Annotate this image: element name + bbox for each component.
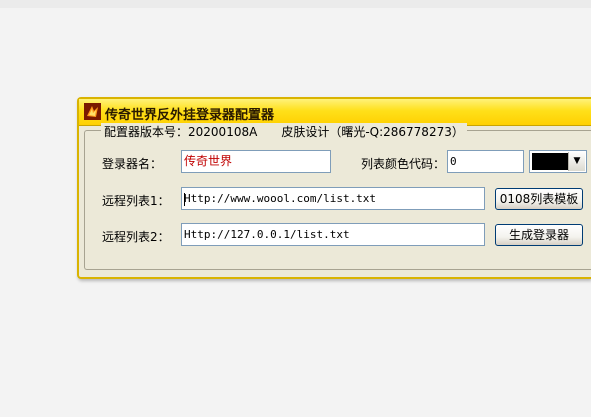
- version-label: 配置器版本号：: [104, 125, 189, 139]
- color-swatch: [532, 153, 569, 170]
- chevron-down-icon[interactable]: ▼: [568, 152, 585, 171]
- settings-group: 配置器版本号：20200108A 皮肤设计（曙光-Q:286778273） 登录器…: [84, 123, 591, 270]
- config-window: 传奇世界反外挂登录器配置器 配置器版本号：20200108A 皮肤设计（曙光-Q:…: [77, 97, 591, 279]
- remote-list1-input[interactable]: Http://www.woool.com/list.txt: [181, 187, 485, 210]
- skin-credit: 皮肤设计（曙光-Q:286778273）: [281, 125, 464, 139]
- remote-list2-label: 远程列表2：: [102, 230, 170, 244]
- version-value: 20200108A: [188, 125, 258, 139]
- background-strip: [0, 0, 591, 8]
- list-color-value: 0: [450, 155, 457, 168]
- launcher-name-label: 登录器名：: [102, 157, 163, 171]
- launcher-name-input[interactable]: 传奇世界: [181, 150, 331, 173]
- list-color-label: 列表颜色代码：: [361, 157, 446, 171]
- generate-launcher-button[interactable]: 生成登录器: [495, 224, 583, 246]
- color-picker-combo[interactable]: ▼: [529, 150, 587, 173]
- title-bar[interactable]: 传奇世界反外挂登录器配置器: [79, 99, 591, 126]
- remote-list1-value: Http://www.woool.com/list.txt: [184, 192, 377, 205]
- window-title: 传奇世界反外挂登录器配置器: [105, 108, 275, 123]
- remote-list2-input[interactable]: Http://127.0.0.1/list.txt: [181, 223, 485, 246]
- list-color-input[interactable]: 0: [447, 150, 524, 173]
- list-template-button[interactable]: 0108列表模板: [495, 188, 583, 210]
- group-header: 配置器版本号：20200108A 皮肤设计（曙光-Q:286778273）: [101, 123, 467, 140]
- remote-list1-label: 远程列表1：: [102, 194, 170, 208]
- dragon-app-icon: [84, 103, 101, 120]
